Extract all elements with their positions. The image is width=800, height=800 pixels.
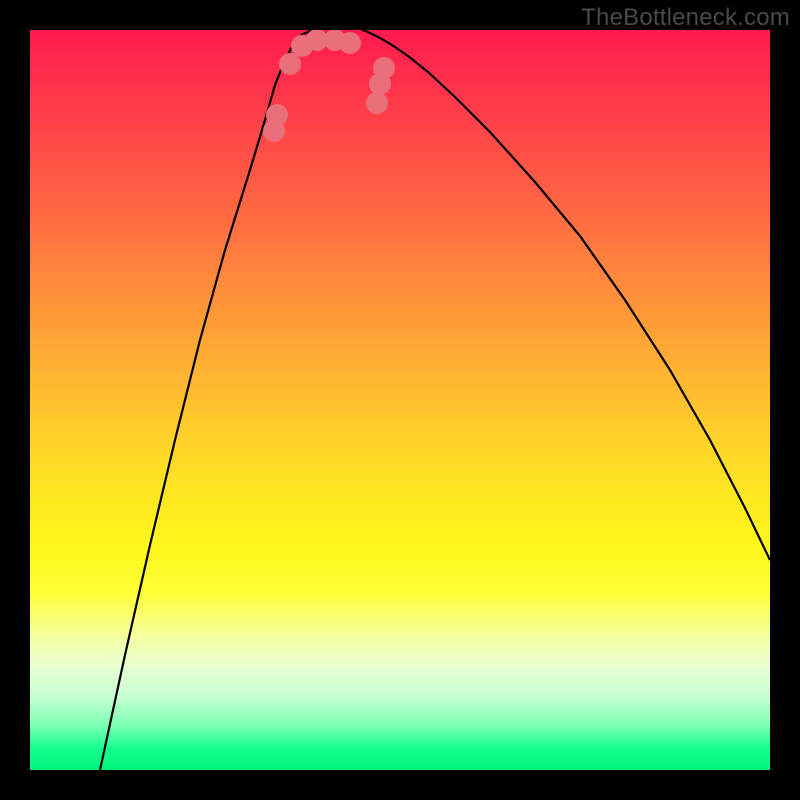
curve-right [362,30,770,560]
marker-dot [279,53,301,75]
chart-svg [30,30,770,770]
outer-frame: TheBottleneck.com [0,0,800,800]
marker-dot [266,104,288,126]
marker-dot [373,57,395,79]
curve-left [100,30,312,770]
marker-dot [366,92,388,114]
watermark-text: TheBottleneck.com [581,4,790,32]
marker-dot [339,32,361,54]
data-markers [263,30,395,142]
plot-area [30,30,770,770]
